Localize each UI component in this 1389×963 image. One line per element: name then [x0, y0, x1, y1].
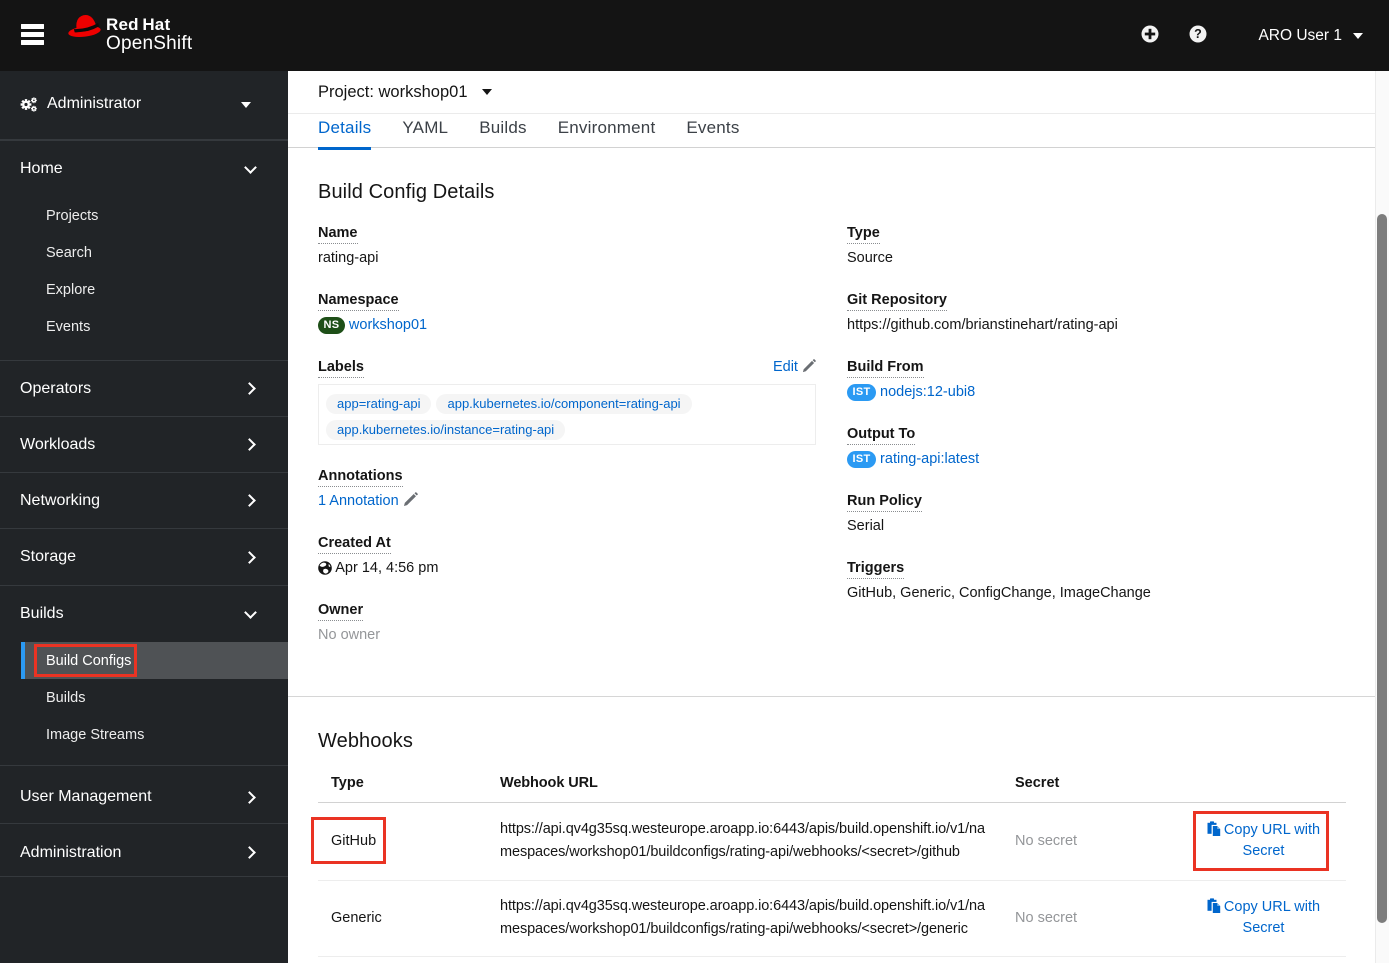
- svg-text:?: ?: [1194, 27, 1202, 41]
